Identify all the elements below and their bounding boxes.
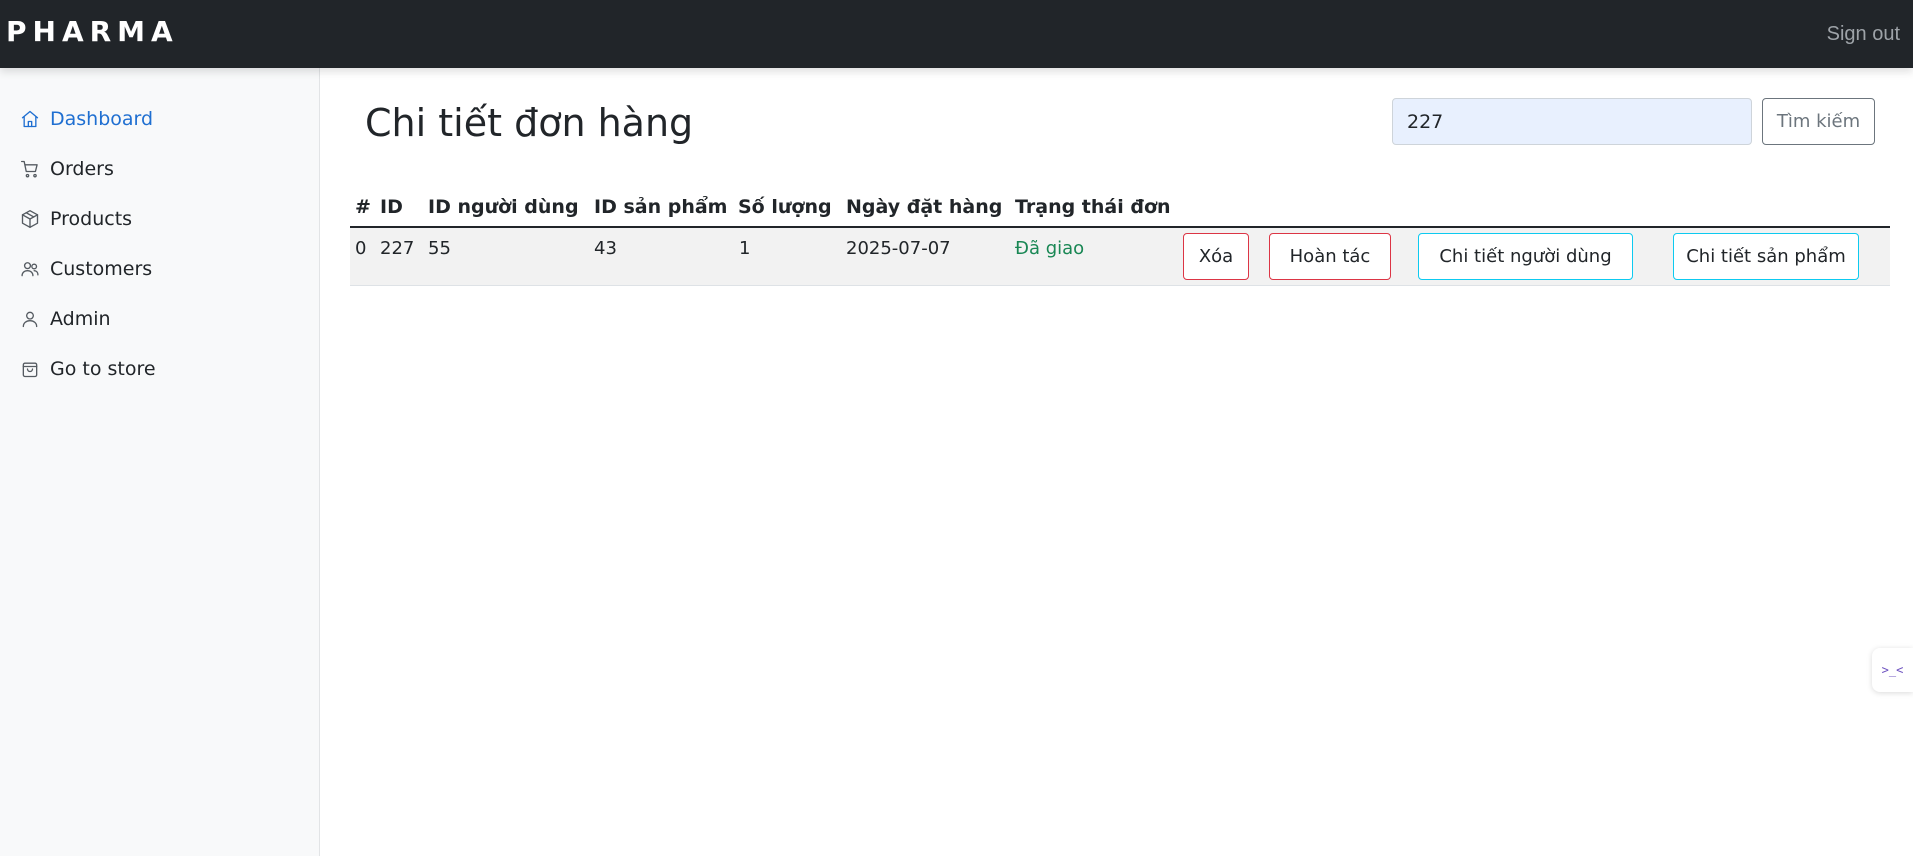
delete-button[interactable]: Xóa — [1183, 233, 1249, 280]
column-header-user-id: ID người dùng — [428, 196, 579, 218]
column-header-index: # — [355, 196, 371, 218]
floating-assistant-widget[interactable]: >_< — [1872, 648, 1913, 692]
sidebar-item-dashboard[interactable]: Dashboard — [20, 104, 153, 134]
product-detail-button[interactable]: Chi tiết sản phẩm — [1673, 233, 1859, 280]
sign-out-link[interactable]: Sign out — [1827, 21, 1900, 47]
search-button[interactable]: Tìm kiếm — [1762, 98, 1875, 145]
sidebar-item-label: Orders — [50, 158, 114, 180]
user-detail-button[interactable]: Chi tiết người dùng — [1418, 233, 1633, 280]
cell-index: 0 — [355, 238, 367, 259]
sidebar-item-label: Customers — [50, 258, 153, 280]
sidebar-item-label: Dashboard — [50, 108, 154, 130]
brand-logo[interactable]: PHARMA — [6, 15, 179, 49]
cell-quantity: 1 — [739, 238, 751, 259]
cell-order-date: 2025-07-07 — [846, 238, 951, 259]
package-icon — [21, 210, 39, 228]
column-header-product-id: ID sản phẩm — [594, 196, 728, 218]
page-title: Chi tiết đơn hàng — [365, 101, 694, 145]
cart-icon — [21, 160, 38, 178]
cell-order-status: Đã giao — [1015, 238, 1085, 259]
column-header-id: ID — [380, 196, 403, 218]
sidebar: Dashboard Orders Products Customers Admi… — [0, 68, 320, 856]
column-header-order-status: Trạng thái đơn — [1015, 196, 1171, 218]
top-navbar: PHARMA Sign out — [0, 0, 1913, 68]
sidebar-item-admin[interactable]: Admin — [20, 304, 111, 334]
sidebar-item-label: Admin — [50, 308, 111, 330]
sidebar-item-products[interactable]: Products — [20, 204, 132, 234]
sidebar-item-label: Go to store — [50, 358, 156, 380]
search-input[interactable] — [1392, 98, 1752, 145]
sidebar-item-customers[interactable]: Customers — [20, 254, 152, 284]
user-icon — [22, 311, 38, 328]
column-header-order-date: Ngày đặt hàng — [846, 196, 1003, 218]
assistant-icon: >_< — [1881, 663, 1904, 677]
cell-product-id: 43 — [594, 238, 617, 259]
sidebar-item-orders[interactable]: Orders — [20, 154, 114, 184]
home-icon — [21, 110, 39, 128]
sidebar-item-go-to-store[interactable]: Go to store — [20, 354, 156, 384]
shopping-bag-icon — [22, 362, 38, 378]
table-row — [350, 228, 1890, 286]
cell-id: 227 — [380, 238, 415, 259]
undo-button[interactable]: Hoàn tác — [1269, 233, 1391, 280]
cell-user-id: 55 — [428, 238, 451, 259]
sidebar-item-label: Products — [50, 208, 133, 230]
users-icon — [21, 262, 39, 277]
column-header-quantity: Số lượng — [738, 196, 832, 218]
